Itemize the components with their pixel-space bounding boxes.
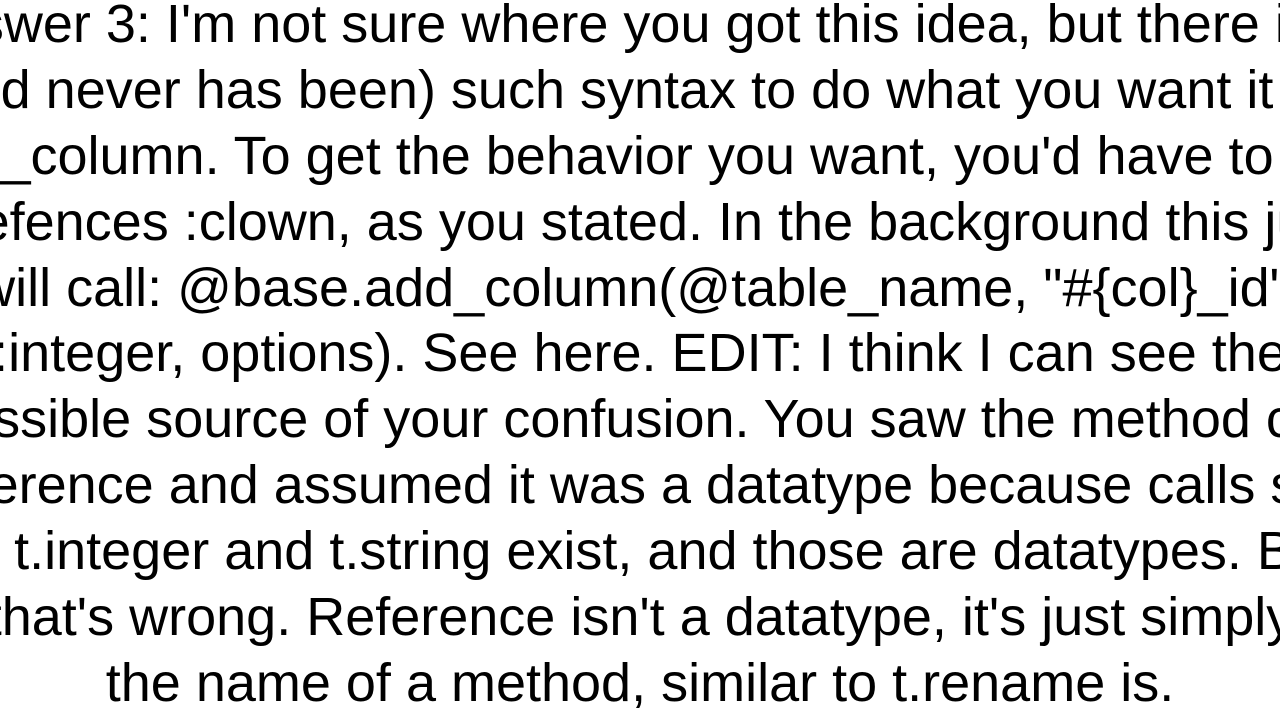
answer-body-text: Answer 3: I'm not sure where you got thi… bbox=[0, 0, 1280, 717]
